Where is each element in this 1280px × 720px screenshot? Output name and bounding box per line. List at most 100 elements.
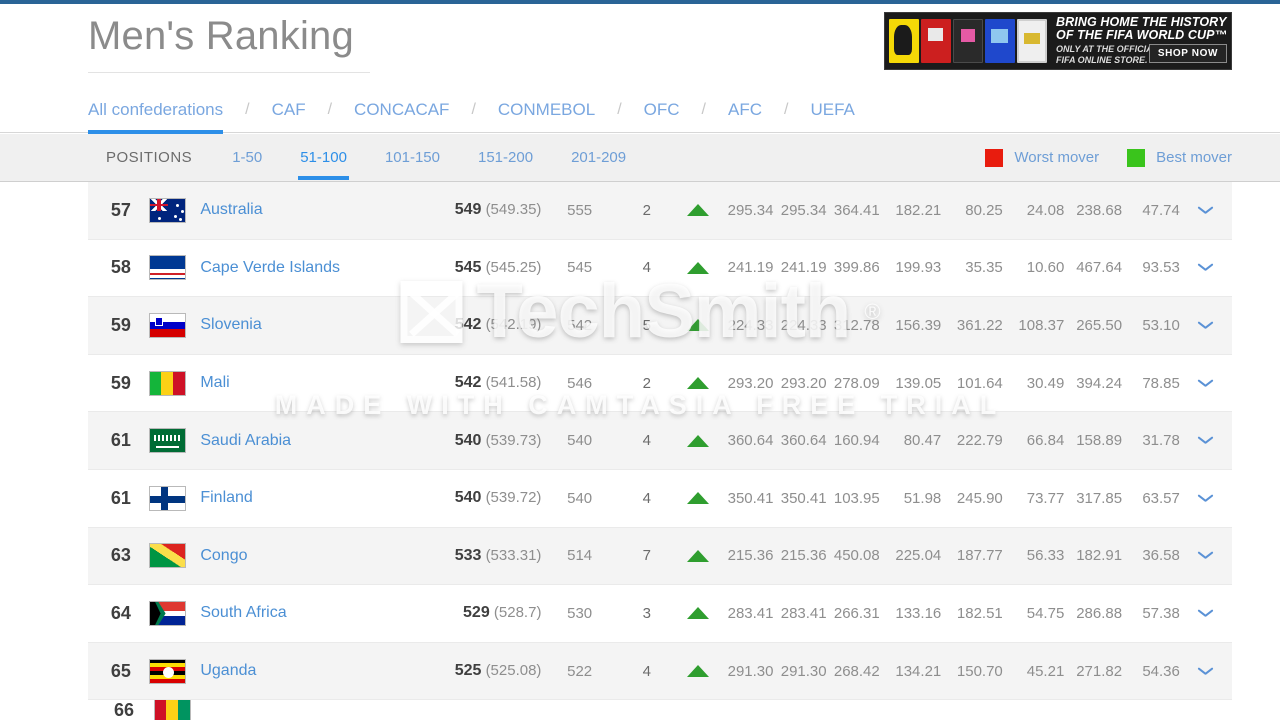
points-value: 525 — [454, 662, 482, 680]
stat-col-1: 350.41 — [727, 489, 774, 507]
stat-col-8: 36.58 — [1142, 547, 1180, 565]
stat-col-5: 222.79 — [956, 432, 1003, 450]
stat-col-6: 56.33 — [1026, 547, 1065, 565]
country-name-link[interactable]: Australia — [191, 201, 420, 219]
stat-col-4: 139.05 — [895, 374, 942, 392]
rank-change: 7 — [642, 547, 651, 565]
rank-value: 59 — [110, 372, 131, 393]
rank-value: 59 — [110, 314, 131, 335]
conf-tab-afc[interactable]: AFC — [728, 100, 762, 134]
conf-tab-uefa[interactable]: UEFA — [810, 100, 854, 134]
conf-tab-ofc[interactable]: OFC — [644, 100, 680, 134]
points-value: 545 — [454, 258, 482, 276]
direction-up-icon — [676, 261, 721, 274]
ad-framed-poster — [1017, 19, 1047, 63]
country-flag-uganda — [143, 658, 191, 684]
points-value: 540 — [454, 489, 482, 507]
expand-row-button[interactable] — [1180, 379, 1232, 388]
positions-label: POSITIONS — [106, 149, 193, 166]
conf-tab-conmebol[interactable]: CONMEBOL — [498, 100, 595, 134]
stat-col-6: 30.49 — [1026, 374, 1065, 392]
flag-icon — [148, 428, 186, 454]
country-name-link[interactable]: Uganda — [191, 662, 420, 680]
country-name-link[interactable]: Congo — [191, 547, 420, 565]
positions-range-201-209[interactable]: 201-209 — [571, 149, 626, 180]
positions-range-151-200[interactable]: 151-200 — [478, 149, 533, 180]
points-exact: (539.73) — [485, 431, 542, 449]
rank-value: 66 — [113, 700, 134, 720]
ad-merchandise-images — [885, 13, 1047, 69]
expand-row-button[interactable] — [1180, 609, 1232, 618]
expand-row-button[interactable] — [1180, 551, 1232, 560]
stat-col-8: 93.53 — [1142, 259, 1180, 277]
expand-row-button[interactable] — [1180, 263, 1232, 272]
expand-row-button[interactable] — [1180, 321, 1232, 330]
stat-col-8: 53.10 — [1142, 316, 1180, 334]
points-cell: 545 (545.25) — [420, 258, 542, 277]
stat-col-7: 238.68 — [1076, 201, 1123, 219]
direction-up-icon — [676, 377, 721, 390]
country-name-link[interactable]: South Africa — [191, 604, 420, 622]
country-name-link[interactable]: Mali — [191, 374, 420, 392]
stat-col-3: 312.78 — [833, 316, 880, 334]
points-exact: (533.31) — [485, 546, 542, 564]
positions-range-1-50[interactable]: 1-50 — [232, 149, 262, 180]
chevron-down-icon — [1198, 436, 1213, 445]
points-exact: (525.08) — [485, 662, 542, 680]
country-name-link[interactable]: Saudi Arabia — [191, 432, 420, 450]
rank-value: 65 — [110, 660, 131, 681]
previous-points: 514 — [567, 547, 593, 565]
table-row[interactable]: 59 Mali 542 (541.58) 546 2 293.20 293.20… — [88, 354, 1232, 413]
table-row[interactable]: 61 Finland 540 (539.72) 540 4 350.41 350… — [88, 469, 1232, 528]
stat-col-7: 467.64 — [1076, 259, 1123, 277]
stat-col-3: 364.41 — [833, 201, 880, 219]
conf-tab-caf[interactable]: CAF — [272, 100, 306, 134]
direction-up-icon — [676, 607, 721, 620]
stat-col-1: 224.33 — [727, 316, 774, 334]
worst-mover-label: Worst mover — [1014, 149, 1100, 166]
fifa-store-ad-banner[interactable]: BRING HOME THE HISTORY OF THE FIFA WORLD… — [884, 12, 1232, 70]
ad-shop-now-button[interactable]: SHOP NOW — [1148, 44, 1227, 63]
table-row[interactable]: 63 Congo 533 (533.31) 514 7 215.36 215.3… — [88, 527, 1232, 586]
points-cell: 529 (528.7) — [420, 604, 541, 622]
stat-col-2: 293.20 — [780, 374, 827, 392]
legend-best-mover: Best mover — [1127, 148, 1232, 167]
country-name-link[interactable]: Cape Verde Islands — [191, 259, 420, 277]
expand-row-button[interactable] — [1180, 436, 1232, 445]
flag-icon — [148, 370, 186, 396]
rank-change: 2 — [642, 374, 651, 392]
best-mover-label: Best mover — [1156, 149, 1232, 166]
ranking-table: 57 Australia 549 (549.35) 555 2 295.34 2… — [88, 182, 1232, 720]
conf-tab-all-confederations[interactable]: All confederations — [88, 100, 224, 134]
table-row[interactable]: 64 South Africa 529 (528.7) 530 3 283.41… — [88, 585, 1232, 643]
rank-value: 61 — [110, 430, 131, 451]
positions-range-51-100[interactable]: 51-100 — [298, 149, 349, 180]
flag-icon — [148, 543, 186, 569]
stat-col-5: 150.70 — [956, 662, 1003, 680]
flag-icon — [148, 255, 186, 281]
best-mover-color-swatch — [1127, 148, 1146, 167]
nav-separator: / — [617, 101, 622, 118]
conf-tab-concacaf[interactable]: CONCACAF — [354, 100, 449, 134]
previous-points: 530 — [567, 604, 593, 622]
table-row[interactable]: 65 Uganda 525 (525.08) 522 4 291.30 291.… — [88, 642, 1232, 701]
stat-col-8: 47.74 — [1142, 201, 1180, 219]
positions-range-101-150[interactable]: 101-150 — [385, 149, 440, 180]
expand-row-button[interactable] — [1180, 206, 1232, 215]
stat-col-3: 399.86 — [833, 259, 880, 277]
table-row[interactable]: 66 — [88, 700, 1232, 720]
table-row[interactable]: 61 Saudi Arabia 540 (539.73) 540 4 360.6… — [88, 412, 1232, 470]
country-name-link[interactable]: Slovenia — [191, 316, 420, 334]
table-row[interactable]: 57 Australia 549 (549.35) 555 2 295.34 2… — [88, 182, 1232, 240]
country-name-link[interactable]: Finland — [191, 489, 420, 507]
page-title: Men's Ranking — [88, 14, 354, 58]
stat-col-3: 450.08 — [833, 547, 880, 565]
table-row[interactable]: 58 Cape Verde Islands 545 (545.25) 545 4… — [88, 239, 1232, 298]
table-row[interactable]: 59 Slovenia 542 (542.19) 542 5 224.33 22… — [88, 297, 1232, 355]
expand-row-button[interactable] — [1180, 494, 1232, 503]
stat-col-5: 187.77 — [956, 547, 1003, 565]
stat-col-5: 182.51 — [956, 604, 1003, 622]
flag-icon — [148, 197, 186, 223]
expand-row-button[interactable] — [1180, 667, 1232, 676]
chevron-down-icon — [1198, 609, 1213, 618]
